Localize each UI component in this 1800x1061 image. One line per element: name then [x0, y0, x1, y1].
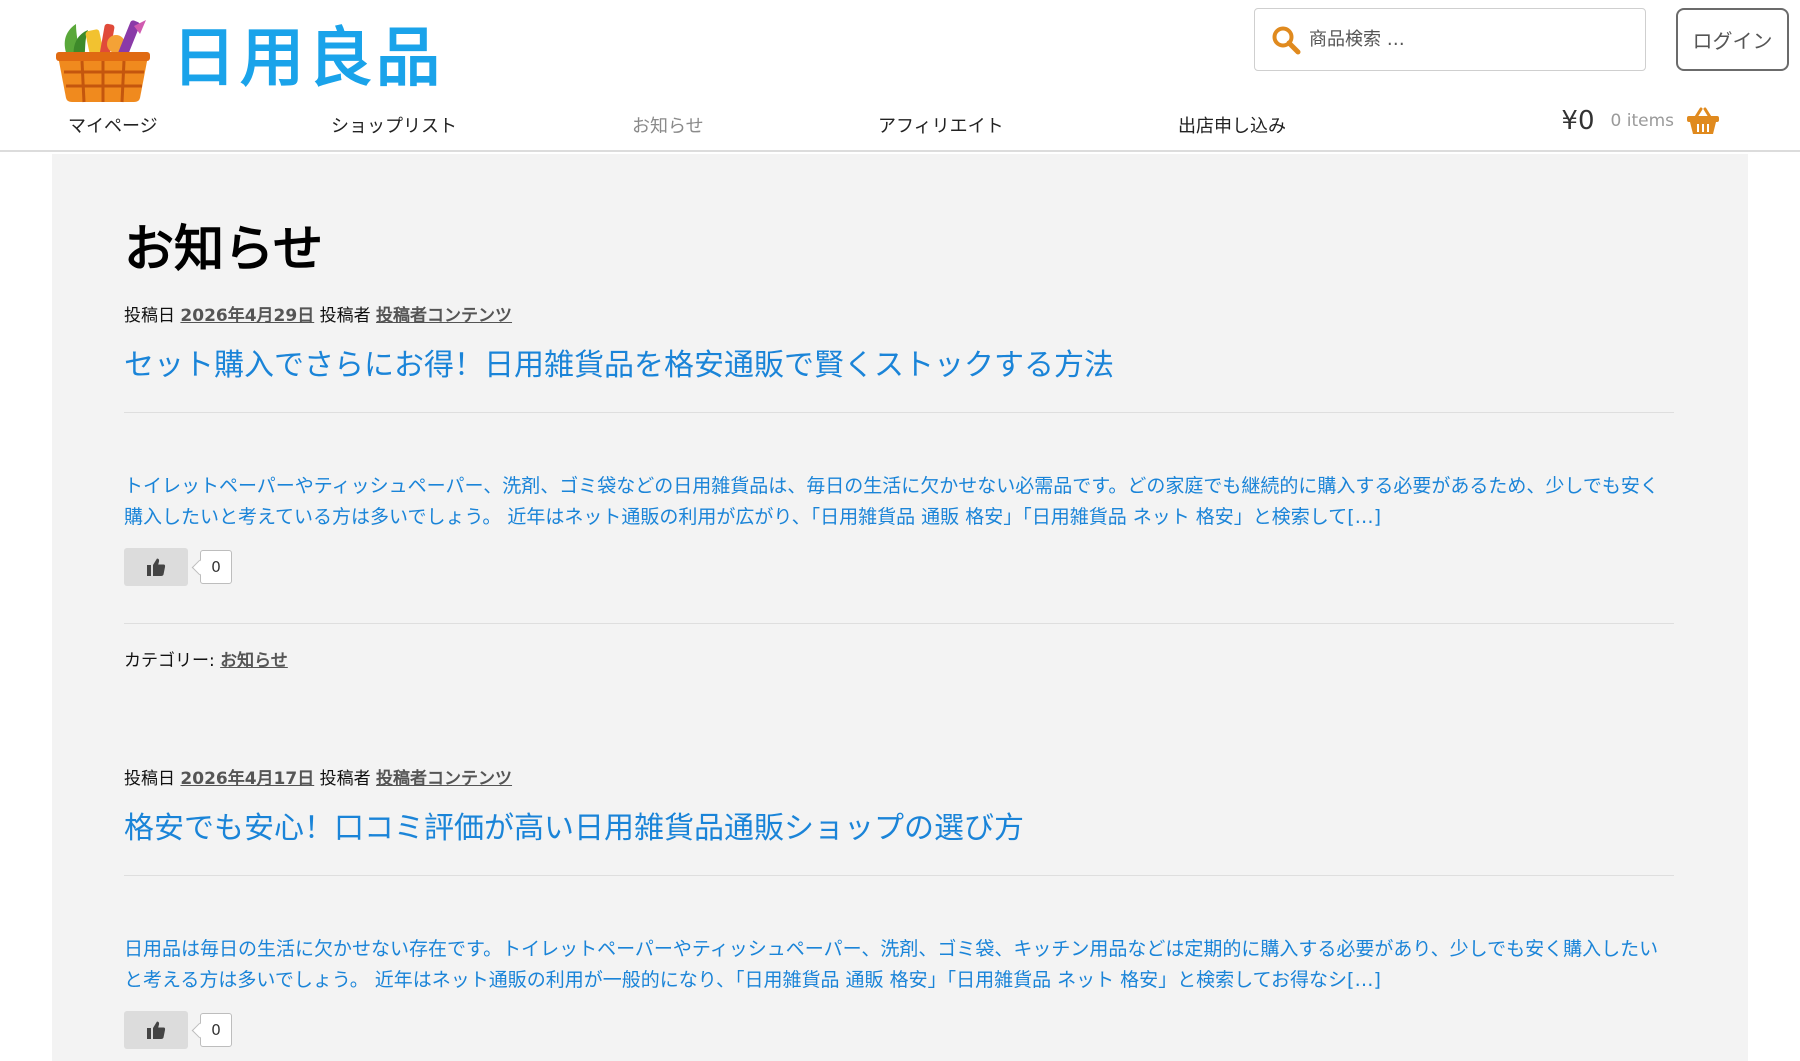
- like-widget: 0: [124, 547, 1674, 587]
- read-more-link[interactable]: […]: [1347, 506, 1381, 528]
- nav-item-mypage[interactable]: マイページ: [68, 112, 158, 138]
- post-excerpt-text: トイレットペーパーやティッシュペーパー、洗剤、ゴミ袋などの日用雑貨品は、毎日の生…: [124, 475, 1659, 528]
- category-link[interactable]: お知らせ: [220, 651, 288, 671]
- cart-item-count: 0 items: [1610, 111, 1674, 131]
- page-title: お知らせ: [124, 220, 323, 278]
- divider: [124, 412, 1674, 413]
- author-label: 投稿者: [319, 769, 371, 789]
- like-button[interactable]: [124, 548, 188, 586]
- post-author-link[interactable]: 投稿者コンテンツ: [376, 306, 512, 326]
- divider: [124, 623, 1674, 624]
- post-date-link[interactable]: 2026年4月17日: [180, 769, 314, 789]
- post-excerpt: 日用品は毎日の生活に欠かせない存在です。トイレットペーパーやティッシュペーパー、…: [124, 934, 1674, 996]
- site-header: 日用良品 ログイン マイページ ショップリスト お知らせ アフィリエイト 出店申…: [0, 0, 1800, 152]
- read-more-link[interactable]: […]: [1347, 969, 1381, 991]
- nav-item-seller-application[interactable]: 出店申し込み: [1178, 112, 1286, 138]
- post-author-link[interactable]: 投稿者コンテンツ: [376, 769, 512, 789]
- post-excerpt-text: 日用品は毎日の生活に欠かせない存在です。トイレットペーパーやティッシュペーパー、…: [124, 938, 1659, 991]
- posted-on-label: 投稿日: [124, 769, 175, 789]
- basket-icon: [1687, 107, 1719, 134]
- post-meta: 投稿日 2026年4月29日 投稿者 投稿者コンテンツ: [124, 304, 1674, 328]
- basket-logo-icon: [56, 20, 150, 103]
- divider: [124, 875, 1674, 876]
- post-excerpt: トイレットペーパーやティッシュペーパー、洗剤、ゴミ袋などの日用雑貨品は、毎日の生…: [124, 471, 1674, 533]
- nav-item-news[interactable]: お知らせ: [632, 112, 704, 138]
- post-date-link[interactable]: 2026年4月29日: [180, 306, 314, 326]
- posted-on-label: 投稿日: [124, 306, 175, 326]
- site-logo-text: 日用良品: [172, 22, 444, 96]
- author-label: 投稿者: [319, 306, 371, 326]
- like-count: 0: [200, 1013, 232, 1047]
- category-label: カテゴリー:: [124, 651, 215, 671]
- cart-total: ¥0: [1561, 106, 1595, 136]
- site-logo[interactable]: 日用良品: [54, 14, 444, 104]
- main-navigation: マイページ ショップリスト お知らせ アフィリエイト 出店申し込み: [0, 112, 1800, 142]
- thumbs-up-icon: [147, 1021, 166, 1039]
- content-area: お知らせ 投稿日 2026年4月29日 投稿者 投稿者コンテンツ セット購入でさ…: [52, 154, 1748, 1061]
- post-item: 投稿日 2026年4月17日 投稿者 投稿者コンテンツ 格安でも安心！口コミ評価…: [124, 767, 1674, 1050]
- like-widget: 0: [124, 1010, 1674, 1050]
- search-input[interactable]: [1307, 28, 1631, 51]
- like-button[interactable]: [124, 1011, 188, 1049]
- post-meta: 投稿日 2026年4月17日 投稿者 投稿者コンテンツ: [124, 767, 1674, 791]
- post-title-link[interactable]: 格安でも安心！口コミ評価が高い日用雑貨品通販ショップの選び方: [124, 811, 1674, 847]
- product-search[interactable]: [1254, 8, 1646, 71]
- nav-item-affiliate[interactable]: アフィリエイト: [878, 112, 1004, 138]
- like-count: 0: [200, 550, 232, 584]
- thumbs-up-icon: [147, 558, 166, 576]
- login-button[interactable]: ログイン: [1676, 8, 1789, 71]
- post-title-link[interactable]: セット購入でさらにお得！日用雑貨品を格安通販で賢くストックする方法: [124, 348, 1674, 384]
- post-category: カテゴリー: お知らせ: [124, 646, 1674, 671]
- mini-cart[interactable]: ¥0 0 items: [1561, 106, 1720, 136]
- search-icon: [1272, 26, 1301, 54]
- post-item: 投稿日 2026年4月29日 投稿者 投稿者コンテンツ セット購入でさらにお得！…: [124, 304, 1674, 671]
- nav-item-shop-list[interactable]: ショップリスト: [331, 112, 457, 138]
